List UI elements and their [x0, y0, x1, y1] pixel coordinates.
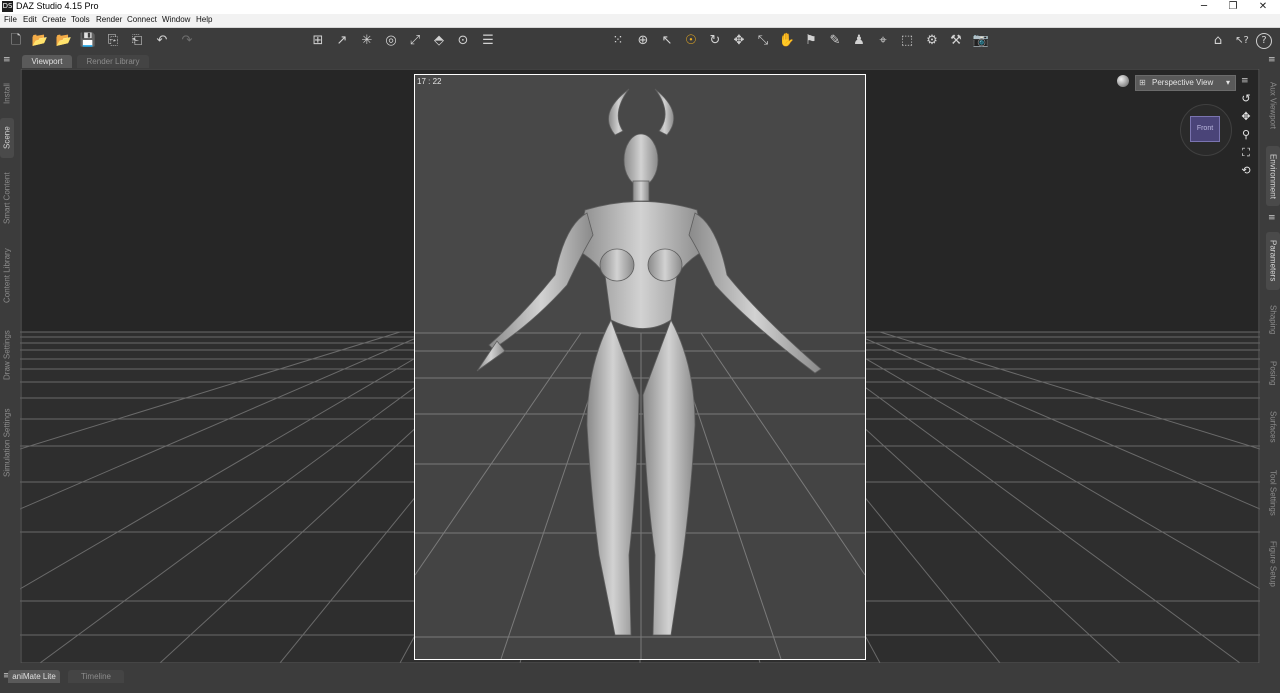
- menu-bar: File Edit Create Tools Render Connect Wi…: [0, 14, 1280, 28]
- menu-file[interactable]: File: [4, 15, 17, 24]
- figure-model[interactable]: [415, 75, 865, 659]
- reset-camera-icon[interactable]: ⟲: [1239, 164, 1253, 178]
- menu-connect[interactable]: Connect: [127, 15, 157, 24]
- bottom-pane-bar: ≡ aniMate Lite Timeline: [0, 663, 1280, 693]
- render-icon[interactable]: 📷: [971, 32, 991, 50]
- scale-tool-icon[interactable]: ⤡: [753, 32, 773, 50]
- pane-tab-scene[interactable]: Scene: [0, 118, 14, 158]
- undo-icon[interactable]: ↶: [152, 32, 172, 50]
- joint-editor-icon[interactable]: ⤢: [405, 32, 425, 50]
- open-icon[interactable]: 📂: [30, 32, 50, 50]
- menu-render[interactable]: Render: [96, 15, 122, 24]
- frame-rate-readout: 17 : 22: [417, 77, 442, 86]
- viewport-menu-icon[interactable]: ≡: [1241, 76, 1249, 86]
- main-toolbar: 🗋 📂 📂 💾 ⎘ ⎗ ↶ ↷ ⊞ ↗ ✳ ◎ ⤢ ⬘ ⊙ ☰ ⁙ ⊕ ↖ ☉ …: [0, 28, 1280, 54]
- node-selection-icon[interactable]: ↖: [657, 32, 677, 50]
- pose-tool-icon[interactable]: ✋: [777, 32, 797, 50]
- window-title: DAZ Studio 4.15 Pro: [16, 1, 99, 11]
- view-cube[interactable]: Front: [1190, 116, 1220, 142]
- app-logo-icon: DS: [2, 1, 13, 12]
- camera-frame: [414, 74, 866, 660]
- whats-this-icon[interactable]: ↖?: [1232, 32, 1252, 50]
- close-button[interactable]: ✕: [1246, 0, 1280, 14]
- figure-setup-icon[interactable]: ♟: [849, 32, 869, 50]
- title-bar: DS DAZ Studio 4.15 Pro ─ ❐ ✕: [0, 0, 1280, 14]
- menu-create[interactable]: Create: [42, 15, 66, 24]
- menu-window[interactable]: Window: [162, 15, 190, 24]
- zoom-camera-icon[interactable]: ⚲: [1239, 128, 1253, 142]
- export-icon[interactable]: ⎗: [127, 32, 147, 50]
- pane-tab-content-library[interactable]: Content Library: [0, 240, 14, 312]
- pane-tab-posing[interactable]: Posing: [1266, 352, 1280, 394]
- surface-paint-icon[interactable]: ✎: [825, 32, 845, 50]
- import-icon[interactable]: ⎘: [103, 32, 123, 50]
- redo-icon[interactable]: ↷: [177, 32, 197, 50]
- pane-tab-install[interactable]: Install: [0, 74, 14, 114]
- tab-render-library[interactable]: Render Library: [77, 55, 149, 68]
- view-select-dropdown[interactable]: ⊞ Perspective View ▾: [1135, 75, 1236, 91]
- save-icon[interactable]: 💾: [78, 32, 98, 50]
- pane-tab-draw-settings[interactable]: Draw Settings: [0, 320, 14, 390]
- scene-creation-tool-icon[interactable]: ⊞: [308, 32, 328, 50]
- left-pane-tabs: Install Scene Smart Content Content Libr…: [0, 68, 14, 663]
- new-scene-icon[interactable]: 🗋: [6, 32, 26, 50]
- translate-tool-icon[interactable]: ✥: [729, 32, 749, 50]
- align-icon[interactable]: ☰: [478, 32, 498, 50]
- rotate-tool-icon[interactable]: ↻: [705, 32, 725, 50]
- left-pane-menu-icon[interactable]: ≡: [3, 55, 11, 65]
- pane-tab-tool-settings[interactable]: Tool Settings: [1266, 460, 1280, 526]
- select-tool-icon[interactable]: ⬚: [897, 32, 917, 50]
- right-pane-menu-icon[interactable]: ≡: [1268, 55, 1276, 65]
- view-select-label: Perspective View: [1152, 78, 1214, 87]
- pane-tab-smart-content[interactable]: Smart Content: [0, 163, 14, 233]
- active-pose-icon[interactable]: ☉: [681, 32, 701, 50]
- menu-tools[interactable]: Tools: [71, 15, 90, 24]
- viewport-tab-row: ≡ Viewport Render Library ≡: [0, 54, 1280, 68]
- pan-camera-icon[interactable]: ✥: [1239, 110, 1253, 124]
- orbit-camera-icon[interactable]: ↺: [1239, 92, 1253, 106]
- camera-tool-icon[interactable]: ⌖: [873, 32, 893, 50]
- region-navigator-icon[interactable]: ⁙: [608, 32, 628, 50]
- frame-icon[interactable]: ⛶: [1239, 146, 1253, 160]
- surface-selection-icon[interactable]: ⚑: [801, 32, 821, 50]
- menu-edit[interactable]: Edit: [23, 15, 37, 24]
- pane-tab-aux-viewport[interactable]: Aux Viewport: [1266, 74, 1280, 136]
- menu-help[interactable]: Help: [196, 15, 212, 24]
- universal-tool-icon[interactable]: ⊕: [633, 32, 653, 50]
- pane-tab-parameters[interactable]: Parameters: [1266, 232, 1280, 290]
- grid-icon: ⊞: [1139, 78, 1146, 87]
- tab-viewport[interactable]: Viewport: [22, 55, 72, 68]
- render-settings-icon[interactable]: ⚒: [946, 32, 966, 50]
- geometry-sculpt-icon[interactable]: ⚙: [922, 32, 942, 50]
- geometry-tool-icon[interactable]: ◎: [381, 32, 401, 50]
- chevron-down-icon: ▾: [1225, 78, 1230, 87]
- merge-icon[interactable]: 📂: [54, 32, 74, 50]
- pane-tab-shaping[interactable]: Shaping: [1266, 296, 1280, 344]
- spot-render-tool-icon[interactable]: ↗: [332, 32, 352, 50]
- tab-timeline[interactable]: Timeline: [68, 670, 124, 683]
- right-pane-menu-icon[interactable]: ≡: [1268, 213, 1276, 223]
- geometry-editor-icon[interactable]: ⬘: [429, 32, 449, 50]
- pane-tab-environment[interactable]: Environment: [1266, 146, 1280, 206]
- right-pane-tabs: Aux Viewport Environment ≡ Parameters Sh…: [1266, 68, 1280, 663]
- tab-animate-lite[interactable]: aniMate Lite: [8, 670, 60, 683]
- draw-style-sphere-icon[interactable]: [1117, 75, 1129, 87]
- help-icon[interactable]: ?: [1256, 33, 1272, 49]
- light-tool-icon[interactable]: ✳: [357, 32, 377, 50]
- pane-tab-surfaces[interactable]: Surfaces: [1266, 402, 1280, 452]
- home-icon[interactable]: ⌂: [1208, 32, 1228, 50]
- node-alignment-icon[interactable]: ⊙: [453, 32, 473, 50]
- maximize-button[interactable]: ❐: [1216, 0, 1250, 14]
- pane-tab-simulation-settings[interactable]: Simulation Settings: [0, 398, 14, 488]
- pane-tab-figure-setup[interactable]: Figure Setup: [1266, 534, 1280, 594]
